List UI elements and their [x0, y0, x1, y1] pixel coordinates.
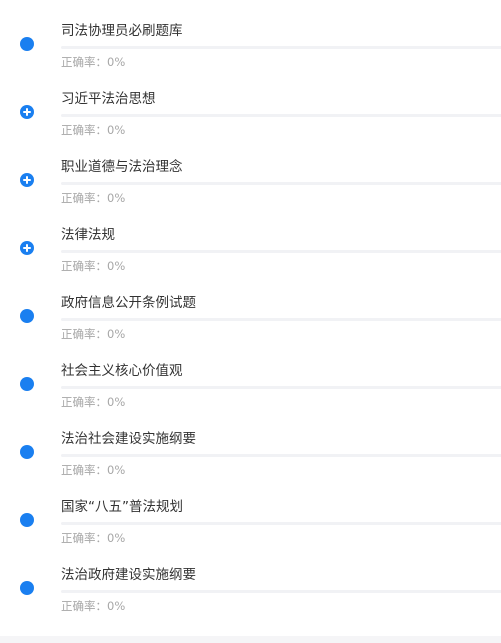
dot-icon — [20, 377, 34, 391]
chapter-title: 法治社会建设实施纲要 — [61, 431, 196, 447]
progress-track — [61, 590, 501, 593]
progress-track — [61, 114, 501, 117]
accuracy-text: 正确率：0% — [61, 598, 125, 614]
accuracy-label: 正确率： — [61, 191, 107, 205]
dot-icon — [20, 309, 34, 323]
accuracy-text: 正确率：0% — [61, 394, 125, 410]
accuracy-value: 0% — [107, 599, 126, 613]
chapter-title: 政府信息公开条例试题 — [61, 295, 196, 311]
chapter-item-2[interactable]: 习近平法治思想 正确率：0% — [0, 90, 501, 158]
accuracy-value: 0% — [107, 55, 126, 69]
chapter-item-4[interactable]: 法律法规 正确率：0% — [0, 226, 501, 294]
chapter-title: 习近平法治思想 — [61, 91, 156, 107]
chapter-item-7[interactable]: 法治社会建设实施纲要 正确率：0% — [0, 430, 501, 498]
accuracy-label: 正确率： — [61, 259, 107, 273]
progress-track — [61, 46, 501, 49]
accuracy-text: 正确率：0% — [61, 258, 125, 274]
accuracy-value: 0% — [107, 327, 126, 341]
accuracy-text: 正确率：0% — [61, 462, 125, 478]
expand-plus-icon[interactable] — [20, 173, 34, 187]
accuracy-text: 正确率：0% — [61, 54, 125, 70]
progress-track — [61, 386, 501, 389]
chapter-item-3[interactable]: 职业道德与法治理念 正确率：0% — [0, 158, 501, 226]
chapter-list: 司法协理员必刷题库 正确率：0% 习近平法治思想 正确率：0% 职业道德与法治理… — [0, 0, 501, 636]
accuracy-value: 0% — [107, 395, 126, 409]
accuracy-label: 正确率： — [61, 55, 107, 69]
chapter-title: 司法协理员必刷题库 — [61, 23, 183, 39]
chapter-title: 法治政府建设实施纲要 — [61, 567, 196, 583]
accuracy-label: 正确率： — [61, 327, 107, 341]
chapter-item-8[interactable]: 国家“八五”普法规划 正确率：0% — [0, 498, 501, 566]
accuracy-label: 正确率： — [61, 599, 107, 613]
accuracy-value: 0% — [107, 123, 126, 137]
chapter-title: 职业道德与法治理念 — [61, 159, 183, 175]
accuracy-label: 正确率： — [61, 395, 107, 409]
chapter-title: 社会主义核心价值观 — [61, 363, 183, 379]
dot-icon — [20, 513, 34, 527]
bottom-separator — [0, 636, 501, 643]
dot-icon — [20, 37, 34, 51]
chapter-item-5[interactable]: 政府信息公开条例试题 正确率：0% — [0, 294, 501, 362]
accuracy-text: 正确率：0% — [61, 326, 125, 342]
progress-track — [61, 250, 501, 253]
accuracy-text: 正确率：0% — [61, 190, 125, 206]
progress-track — [61, 454, 501, 457]
chapter-item-9[interactable]: 法治政府建设实施纲要 正确率：0% — [0, 566, 501, 634]
accuracy-label: 正确率： — [61, 463, 107, 477]
expand-plus-icon[interactable] — [20, 105, 34, 119]
accuracy-text: 正确率：0% — [61, 530, 125, 546]
accuracy-value: 0% — [107, 531, 126, 545]
dot-icon — [20, 581, 34, 595]
accuracy-label: 正确率： — [61, 531, 107, 545]
accuracy-value: 0% — [107, 191, 126, 205]
accuracy-value: 0% — [107, 463, 126, 477]
chapter-title: 法律法规 — [61, 227, 115, 243]
chapter-title: 国家“八五”普法规划 — [61, 499, 183, 515]
chapter-item-1[interactable]: 司法协理员必刷题库 正确率：0% — [0, 22, 501, 90]
progress-track — [61, 182, 501, 185]
chapter-item-6[interactable]: 社会主义核心价值观 正确率：0% — [0, 362, 501, 430]
progress-track — [61, 318, 501, 321]
progress-track — [61, 522, 501, 525]
expand-plus-icon[interactable] — [20, 241, 34, 255]
dot-icon — [20, 445, 34, 459]
accuracy-value: 0% — [107, 259, 126, 273]
accuracy-label: 正确率： — [61, 123, 107, 137]
accuracy-text: 正确率：0% — [61, 122, 125, 138]
